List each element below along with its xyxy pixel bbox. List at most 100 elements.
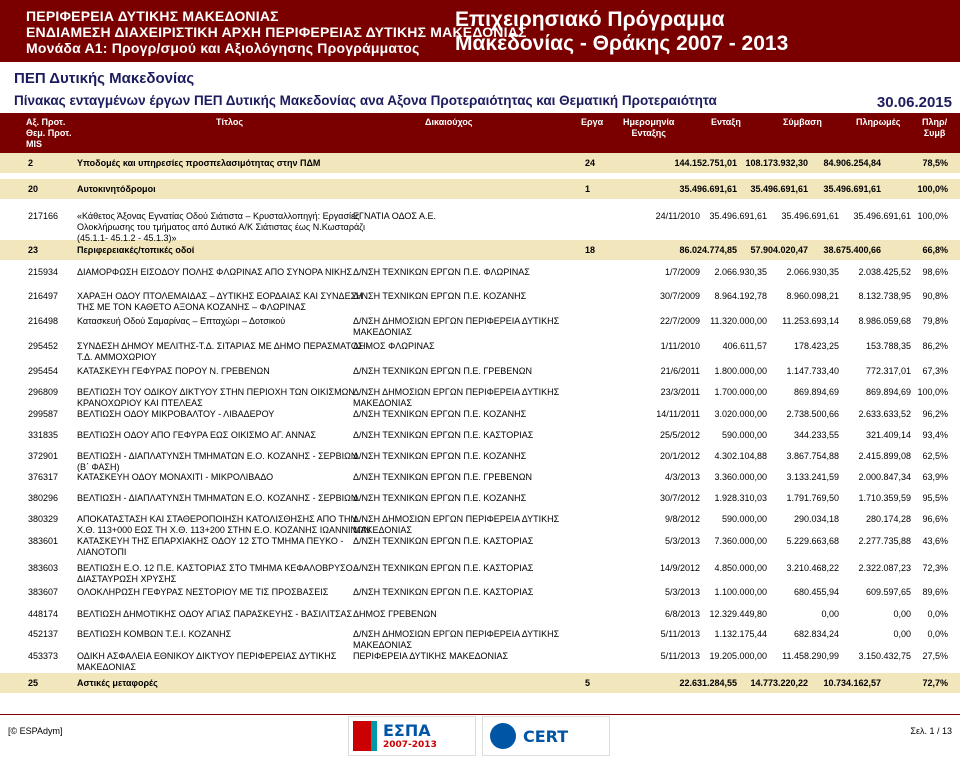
row-symbasi: 3.133.241,59 [786, 472, 839, 482]
row-beneficiary: Δ/ΝΣΗ ΔΗΜΟΣΙΩΝ ΕΡΓΩΝ ΠΕΡΙΦΕΡΕΙΑ ΔΥΤΙΚΗΣ Μ… [353, 316, 560, 337]
group-symbasi: 35.496.691,61 [750, 184, 808, 194]
row-plirwmes: 2.322.087,23 [858, 563, 911, 573]
row-percent: 100,0% [917, 211, 948, 221]
row-symbasi: 178.423,25 [793, 341, 839, 351]
espa-logo-years: 2007-2013 [383, 740, 437, 750]
espa-logo-text: ΕΣΠΑ [383, 721, 431, 740]
row-plirwmes: 2.415.899,08 [858, 451, 911, 461]
row-title: ΣΥΝΔΕΣΗ ΔΗΜΟΥ ΜΕΛΙΤΗΣ-Τ.Δ. ΣΙΤΑΡΙΑΣ ΜΕ Δ… [77, 341, 369, 362]
group-erga: 1 [585, 184, 591, 194]
group-erga: 18 [585, 245, 596, 255]
row-title: ΟΛΟΚΛΗΡΩΣΗ ΓΕΦΥΡΑΣ ΝΕΣΤΟΡΙΟΥ ΜΕ ΤΙΣ ΠΡΟΣ… [77, 587, 329, 597]
row-entaxi: 35.496.691,61 [709, 211, 767, 221]
row-percent: 100,0% [917, 387, 948, 397]
header-symbasi: Σύμβαση [783, 117, 822, 127]
header-beneficiary: Δικαιούχος [425, 117, 473, 127]
row-date: 9/8/2012 [664, 514, 700, 524]
row-symbasi: 3.210.468,22 [786, 563, 839, 573]
row-symbasi: 11.458.290,99 [782, 651, 839, 661]
group-symbasi: 108.173.932,30 [745, 158, 808, 168]
row-plirwmes: 2.277.735,88 [858, 536, 911, 546]
row-mis: 299587 [28, 409, 59, 419]
row-title: ΒΕΛΤΙΩΣΗ - ΔΙΑΠΛΑΤΥΝΣΗ ΤΜΗΜΑΤΩΝ Ε.Ο. ΚΟΖ… [77, 493, 358, 503]
row-entaxi: 2.066.930,35 [714, 267, 767, 277]
row-percent: 98,6% [922, 267, 948, 277]
cert-logo: CERT [482, 716, 610, 756]
row-date: 5/11/2013 [660, 629, 700, 639]
row-beneficiary: Δ/ΝΣΗ ΤΕΧΝΙΚΩΝ ΕΡΓΩΝ Π.Ε. ΚΑΣΤΟΡΙΑΣ [353, 430, 534, 440]
group-symbasi: 57.904.020,47 [750, 245, 808, 255]
group-code: 2 [28, 158, 34, 168]
row-beneficiary: Δ/ΝΣΗ ΔΗΜΟΣΙΩΝ ΕΡΓΩΝ ΠΕΡΙΦΕΡΕΙΑ ΔΥΤΙΚΗΣ Μ… [353, 514, 560, 535]
row-percent: 62,5% [922, 451, 948, 461]
row-entaxi: 590.000,00 [721, 430, 767, 440]
row-percent: 67,3% [922, 366, 948, 376]
row-date: 1/7/2009 [664, 267, 700, 277]
row-plirwmes: 2.038.425,52 [858, 267, 911, 277]
row-beneficiary: Δ/ΝΣΗ ΤΕΧΝΙΚΩΝ ΕΡΓΩΝ Π.Ε. ΓΡΕΒΕΝΩΝ [353, 366, 533, 376]
row-title: ΚΑΤΑΣΚΕΥΗ ΓΕΦΥΡΑΣ ΠΟΡΟΥ Ν. ΓΡΕΒΕΝΩΝ [77, 366, 270, 376]
row-symbasi: 11.253.693,14 [782, 316, 839, 326]
row-date: 5/11/2013 [660, 651, 700, 661]
row-date: 1/11/2010 [660, 341, 700, 351]
header-percent: Πληρ/Συμβ [922, 117, 948, 138]
group-entaxi: 86.024.774,85 [679, 245, 737, 255]
row-date: 20/1/2012 [659, 451, 700, 461]
row-mis: 295452 [28, 341, 59, 351]
row-symbasi: 0,00 [821, 609, 839, 619]
row-entaxi: 11.320.000,00 [710, 316, 767, 326]
row-symbasi: 1.791.769,50 [786, 493, 839, 503]
row-entaxi: 4.302.104,88 [714, 451, 767, 461]
row-percent: 93,4% [922, 430, 948, 440]
row-date: 14/9/2012 [659, 563, 700, 573]
row-percent: 89,6% [922, 587, 948, 597]
row-symbasi: 1.147.733,40 [786, 366, 839, 376]
group-code: 25 [28, 678, 39, 688]
row-beneficiary: Δ/ΝΣΗ ΤΕΧΝΙΚΩΝ ΕΡΓΩΝ Π.Ε. ΚΟΖΑΝΗΣ [353, 291, 527, 301]
row-beneficiary: Δ/ΝΣΗ ΤΕΧΝΙΚΩΝ ΕΡΓΩΝ Π.Ε. ΚΑΣΤΟΡΙΑΣ [353, 536, 534, 546]
row-beneficiary: Δ/ΝΣΗ ΔΗΜΟΣΙΩΝ ΕΡΓΩΝ ΠΕΡΙΦΕΡΕΙΑ ΔΥΤΙΚΗΣ Μ… [353, 387, 560, 408]
group-code: 20 [28, 184, 39, 194]
row-mis: 217166 [28, 211, 59, 221]
row-plirwmes: 8.132.738,95 [858, 291, 911, 301]
row-mis: 380329 [28, 514, 59, 524]
row-entaxi: 7.360.000,00 [714, 536, 767, 546]
row-mis: 383601 [28, 536, 59, 546]
row-title: ΟΔΙΚΗ ΑΣΦΑΛΕΙΑ ΕΘΝΙΚΟΥ ΔΙΚΤΥΟΥ ΠΕΡΙΦΕΡΕΙ… [77, 651, 337, 672]
row-beneficiary: ΠΕΡΙΦΕΡΕΙΑ ΔΥΤΙΚΗΣ ΜΑΚΕΔΟΝΙΑΣ [353, 651, 509, 661]
group-entaxi: 35.496.691,61 [679, 184, 737, 194]
row-percent: 72,3% [922, 563, 948, 573]
row-mis: 215934 [28, 267, 59, 277]
organization-name: ΠΕΡΙΦΕΡΕΙΑ ΔΥΤΙΚΗΣ ΜΑΚΕΔΟΝΙΑΣ ΕΝΔΙΑΜΕΣΗ … [26, 8, 527, 56]
row-plirwmes: 8.986.059,68 [858, 316, 911, 326]
row-mis: 376317 [28, 472, 59, 482]
row-beneficiary: Δ/ΝΣΗ ΤΕΧΝΙΚΩΝ ΕΡΓΩΝ Π.Ε. ΚΟΖΑΝΗΣ [353, 451, 527, 461]
row-title: ΚΑΤΑΣΚΕΥΗ ΟΔΟΥ ΜΟΝΑΧΙΤΙ - ΜΙΚΡΟΛΙΒΑΔΟ [77, 472, 274, 482]
row-date: 23/3/2011 [660, 387, 700, 397]
header-plirwmes: Πληρωμές [856, 117, 901, 127]
row-title: ΧΑΡΑΞΗ ΟΔΟΥ ΠΤΟΛΕΜΑΙΔΑΣ – ΔΥΤΙΚΗΣ ΕΟΡΔΑΙ… [77, 291, 363, 312]
group-symbasi: 14.773.220,22 [750, 678, 808, 688]
row-beneficiary: ΔΗΜΟΣ ΓΡΕΒΕΝΩΝ [353, 609, 437, 619]
row-mis: 216498 [28, 316, 59, 326]
row-symbasi: 290.034,18 [793, 514, 839, 524]
row-plirwmes: 0,00 [893, 609, 911, 619]
row-percent: 0,0% [927, 609, 948, 619]
row-plirwmes: 35.496.691,61 [853, 211, 911, 221]
row-plirwmes: 3.150.432,75 [858, 651, 911, 661]
row-mis: 383603 [28, 563, 59, 573]
row-mis: 452137 [28, 629, 59, 639]
row-entaxi: 3.020.000,00 [714, 409, 767, 419]
row-beneficiary: Δ/ΝΣΗ ΔΗΜΟΣΙΩΝ ΕΡΓΩΝ ΠΕΡΙΦΕΡΕΙΑ ΔΥΤΙΚΗΣ Μ… [353, 629, 560, 650]
group-title: Περιφερειακές/τοπικές οδοί [77, 245, 195, 255]
row-mis: 448174 [28, 609, 59, 619]
report-date: 30.06.2015 [876, 94, 952, 111]
row-title: ΔΙΑΜΟΡΦΩΣΗ ΕΙΣΟΔΟΥ ΠΟΛΗΣ ΦΛΩΡΙΝΑΣ ΑΠΟ ΣΥ… [77, 267, 353, 277]
row-percent: 95,5% [922, 493, 948, 503]
header-title: Τίτλος [216, 117, 244, 127]
row-percent: 90,8% [922, 291, 948, 301]
row-symbasi: 344.233,55 [793, 430, 839, 440]
row-date: 25/5/2012 [659, 430, 700, 440]
header-date: Ημερομηνία Ενταξης [623, 117, 675, 138]
row-symbasi: 5.229.663,68 [786, 536, 839, 546]
